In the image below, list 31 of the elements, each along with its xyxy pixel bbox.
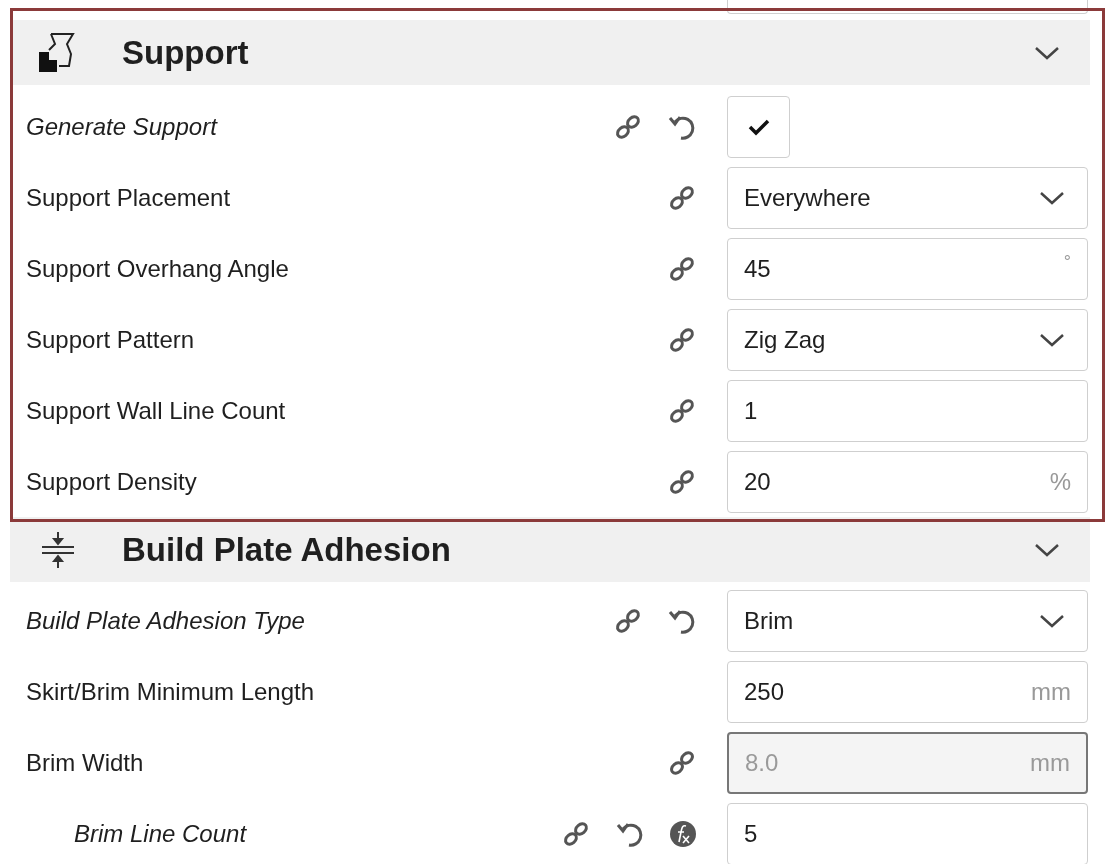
chevron-down-icon (1039, 331, 1065, 348)
unit-label: mm (1030, 747, 1070, 778)
setting-label: Build Plate Adhesion Type (26, 605, 305, 636)
unit-label: mm (1031, 676, 1071, 707)
input-field[interactable]: 20 % (727, 450, 1088, 513)
setting-label: Generate Support (26, 111, 217, 142)
checkmark-icon (747, 117, 770, 136)
unit-label: ° (1063, 250, 1071, 274)
setting-label: Brim Width (26, 747, 144, 778)
section-header[interactable]: Support (10, 20, 1090, 85)
chevron-down-icon (1034, 541, 1060, 558)
setting-label: Support Placement (26, 182, 231, 213)
checkbox[interactable] (727, 95, 790, 158)
input-field[interactable]: 1 (727, 379, 1088, 442)
unit-label: % (1049, 466, 1071, 497)
setting-label: Support Pattern (26, 324, 195, 355)
setting-label: Support Overhang Angle (26, 253, 289, 284)
input-field[interactable] (727, 0, 1088, 14)
setting-label: Skirt/Brim Minimum Length (26, 676, 315, 707)
dropdown[interactable]: Everywhere (727, 166, 1088, 229)
section-header[interactable]: Build Plate Adhesion (10, 517, 1090, 582)
setting-label: Support Wall Line Count (26, 395, 286, 426)
input-field[interactable]: 250 mm (727, 660, 1088, 723)
dropdown[interactable]: Brim (727, 589, 1088, 652)
chevron-down-icon (1034, 44, 1060, 61)
chevron-down-icon (1039, 612, 1065, 629)
setting-label: Support Density (26, 466, 197, 497)
input-field[interactable]: 45 ° (727, 237, 1088, 300)
setting-label: Brim Line Count (74, 818, 247, 849)
dropdown[interactable]: Zig Zag (727, 308, 1088, 371)
chevron-down-icon (1039, 189, 1065, 206)
